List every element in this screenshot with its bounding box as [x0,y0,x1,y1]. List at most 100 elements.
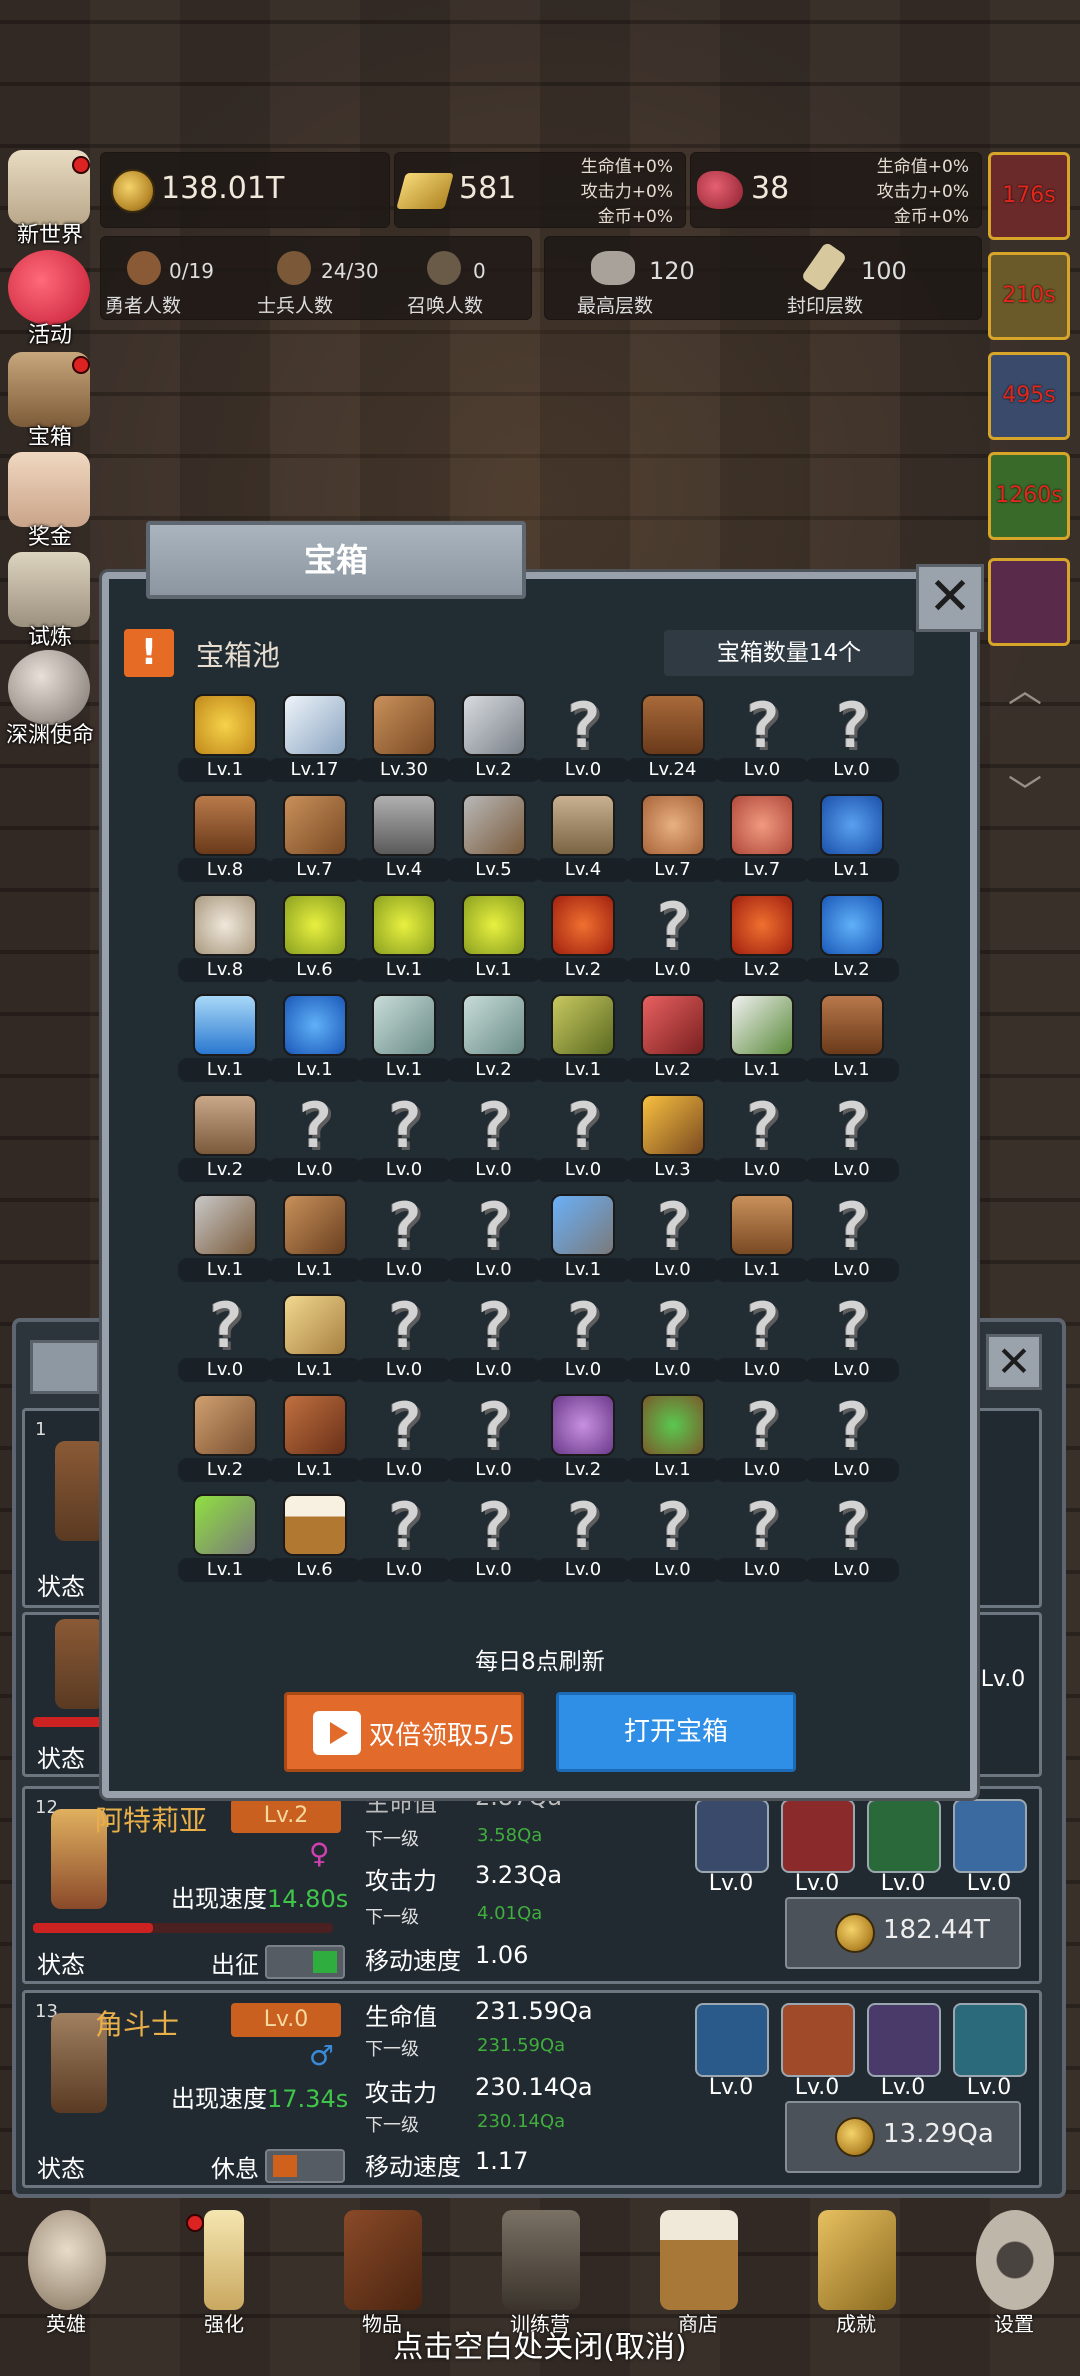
chest-item[interactable]: ? Lv.0 [804,1189,899,1292]
chest-item[interactable]: Lv.5 [446,792,541,892]
chest-item[interactable]: Lv.8 [178,892,272,992]
chest-item[interactable]: Lv.6 [267,892,362,992]
timer-tree[interactable]: 1260s [988,452,1070,540]
chest-item[interactable]: ? Lv.0 [536,689,630,792]
nav-shop[interactable]: 商店 [638,2210,758,2340]
skill-axe-icon[interactable] [781,2003,855,2077]
chest-item[interactable]: Lv.1 [536,992,630,1092]
chest-item[interactable]: ? Lv.0 [625,1489,720,1592]
chest-item[interactable]: Lv.6 [267,1492,362,1592]
nav-settings[interactable]: 设置 [954,2210,1074,2340]
modal-close-button[interactable]: ✕ [916,564,984,632]
chest-item[interactable]: Lv.17 [267,692,362,792]
timer-candle[interactable]: 210s [988,252,1070,340]
chest-item[interactable]: Lv.2 [446,992,541,1092]
upgrade-cost-button[interactable]: 182.44T [785,1897,1021,1969]
chest-item[interactable]: ? Lv.0 [715,689,809,792]
scroll-down-icon[interactable]: ﹀ [1008,776,1048,810]
chest-item[interactable]: ? Lv.0 [625,889,720,992]
open-chest-button[interactable]: 打开宝箱 [556,1692,796,1772]
chest-item[interactable]: ? Lv.0 [804,1389,899,1492]
chest-item[interactable]: Lv.2 [715,892,809,992]
chest-item[interactable]: ? Lv.0 [446,1489,541,1592]
chest-item[interactable]: Lv.1 [715,992,809,1092]
chest-item[interactable]: ? Lv.0 [357,1489,451,1592]
nav-achievement[interactable]: 成就 [796,2210,916,2340]
skill-rune-icon[interactable] [695,2003,769,2077]
chest-item[interactable]: ? Lv.0 [715,1089,809,1192]
chest-item[interactable]: Lv.7 [715,792,809,892]
rest-toggle[interactable] [265,2149,345,2183]
menu-trial[interactable]: 试炼 [0,552,100,650]
chest-item[interactable]: Lv.1 [446,892,541,992]
chest-item[interactable]: Lv.1 [178,1192,272,1292]
chest-item[interactable]: Lv.4 [357,792,451,892]
skill-boot-icon[interactable] [867,2003,941,2077]
chest-item[interactable]: Lv.7 [625,792,720,892]
chest-item[interactable]: ? Lv.0 [357,1389,451,1492]
chest-item[interactable]: Lv.30 [357,692,451,792]
chest-item[interactable]: ? Lv.0 [536,1089,630,1192]
scroll-up-icon[interactable]: ︿ [1008,674,1048,708]
chest-item[interactable]: ? Lv.0 [804,689,899,792]
chest-item[interactable]: Lv.1 [178,1492,272,1592]
chest-item[interactable]: ? Lv.0 [446,1189,541,1292]
chest-item[interactable]: ? Lv.0 [804,1489,899,1592]
timer-scroll[interactable]: 495s [988,352,1070,440]
nav-hero[interactable]: 英雄 [6,2210,126,2340]
chest-item[interactable]: Lv.1 [267,1292,362,1392]
chest-item[interactable]: Lv.2 [536,892,630,992]
chest-item[interactable]: ? Lv.0 [536,1289,630,1392]
chest-item[interactable]: Lv.24 [625,692,720,792]
chest-item[interactable]: ? Lv.0 [267,1089,362,1192]
chest-item[interactable]: Lv.1 [178,992,272,1092]
skill-blood-icon[interactable] [781,1799,855,1873]
upgrade-cost-button[interactable]: 13.29Qa [785,2101,1021,2173]
chest-item[interactable]: Lv.1 [536,1192,630,1292]
chest-item[interactable]: ? Lv.0 [446,1389,541,1492]
timer-potion[interactable]: 176s [988,152,1070,240]
skill-hourglass-icon[interactable] [953,2003,1027,2077]
chest-item[interactable]: ? Lv.0 [357,1189,451,1292]
menu-new-world[interactable]: 新世界 [0,150,100,248]
menu-chest[interactable]: 宝箱 [0,352,100,450]
chest-item[interactable]: Lv.4 [536,792,630,892]
chest-item[interactable]: Lv.1 [267,992,362,1092]
chest-item[interactable]: ? Lv.0 [357,1289,451,1392]
nav-training[interactable]: 训练营 [480,2210,600,2340]
skill-leaf-icon[interactable] [867,1799,941,1873]
chest-item[interactable]: Lv.7 [267,792,362,892]
chest-item[interactable]: Lv.8 [178,792,272,892]
chest-item[interactable]: ? Lv.0 [446,1089,541,1192]
skill-heart-icon[interactable] [953,1799,1027,1873]
menu-abyss-mission[interactable]: 深渊使命 [0,650,100,748]
nav-items[interactable]: 物品 [322,2210,442,2340]
chest-item[interactable]: Lv.2 [446,692,541,792]
timer-chest[interactable] [988,558,1070,646]
chest-item[interactable]: Lv.2 [536,1392,630,1492]
chest-item[interactable]: Lv.1 [357,892,451,992]
double-claim-button[interactable]: 双倍领取5/5 [284,1692,524,1772]
chest-item[interactable]: ? Lv.0 [357,1089,451,1192]
chest-item[interactable]: ? Lv.0 [178,1289,272,1392]
deploy-toggle[interactable] [265,1945,345,1979]
chest-item[interactable]: Lv.1 [715,1192,809,1292]
chest-item[interactable]: Lv.1 [625,1392,720,1492]
chest-item[interactable]: ? Lv.0 [804,1089,899,1192]
chest-item[interactable]: Lv.1 [267,1192,362,1292]
chest-item[interactable]: ? Lv.0 [715,1489,809,1592]
menu-activity[interactable]: 活动 [0,250,100,348]
chest-item[interactable]: Lv.1 [804,792,899,892]
close-hint[interactable]: 点击空白处关闭(取消) [0,2322,1080,2366]
chest-item[interactable]: Lv.2 [178,1392,272,1492]
chest-item[interactable]: Lv.2 [178,1092,272,1192]
chest-item[interactable]: ? Lv.0 [446,1289,541,1392]
menu-bonus[interactable]: 奖金 [0,452,100,550]
chest-item[interactable]: ? Lv.0 [536,1489,630,1592]
chest-item[interactable]: ? Lv.0 [715,1389,809,1492]
chest-item[interactable]: Lv.1 [804,992,899,1092]
chest-item[interactable]: Lv.3 [625,1092,720,1192]
chest-item[interactable]: ? Lv.0 [804,1289,899,1392]
list-close-button[interactable]: ✕ [986,1334,1042,1390]
chest-item[interactable]: Lv.1 [357,992,451,1092]
